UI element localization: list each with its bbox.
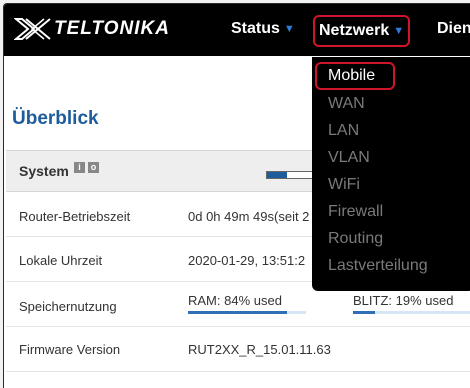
- row-value: 0d 0h 49m 49s(seit 2: [188, 209, 310, 224]
- menu-item-wifi[interactable]: WiFi: [328, 176, 360, 194]
- flash-usage-fill: [353, 311, 376, 314]
- chevron-down-icon: ▼: [393, 25, 405, 37]
- info-icon[interactable]: i: [74, 162, 85, 173]
- flash-usage-bar: [353, 311, 470, 314]
- system-label: System: [19, 163, 69, 179]
- row-label: Firmware Version: [19, 342, 121, 357]
- row-label: Lokale Uhrzeit: [19, 253, 103, 268]
- menu-item-lastverteilung[interactable]: Lastverteilung: [328, 257, 428, 275]
- netzwerk-dropdown-menu: Mobile WAN LAN VLAN WiFi Firewall Routin…: [312, 57, 470, 291]
- nav-netzwerk[interactable]: Netzwerk ▼: [313, 15, 411, 47]
- nav-dienste[interactable]: Dien: [437, 16, 470, 42]
- flash-usage-text: BLITZ: 19% used: [353, 293, 454, 308]
- system-load-fill: [267, 172, 287, 178]
- teltonika-logo[interactable]: TELTONIKA: [14, 15, 170, 43]
- teltonika-logo-icon: [14, 18, 51, 40]
- ram-usage-text: RAM: 84% used: [188, 293, 282, 308]
- menu-item-routing[interactable]: Routing: [328, 230, 383, 248]
- menu-item-lan[interactable]: LAN: [328, 122, 359, 140]
- nav-status[interactable]: Status ▼: [231, 16, 295, 42]
- nav-netzwerk-label: Netzwerk: [319, 22, 390, 39]
- page-title: Überblick: [12, 108, 99, 129]
- menu-item-firewall[interactable]: Firewall: [328, 203, 383, 221]
- ram-usage-fill: [188, 311, 288, 314]
- row-value: RUT2XX_R_15.01.11.63: [188, 342, 331, 357]
- browser-frame: TELTONIKA Status ▼ Netzwerk ▼ Dien Überb…: [3, 3, 470, 388]
- table-row: Firmware Version RUT2XX_R_15.01.11.63: [6, 327, 470, 372]
- brand-name: TELTONIKA: [54, 18, 170, 39]
- row-value: 2020-01-29, 13:51:2: [188, 253, 306, 268]
- menu-item-vlan[interactable]: VLAN: [328, 149, 370, 167]
- menu-item-mobile[interactable]: Mobile: [328, 67, 375, 85]
- row-label: Speichernutzung: [19, 299, 117, 314]
- chevron-down-icon: ▼: [283, 23, 295, 35]
- nav-dienste-label: Dien: [437, 20, 470, 37]
- menu-item-wan[interactable]: WAN: [328, 95, 365, 113]
- settings-icon[interactable]: o: [88, 162, 99, 173]
- ram-usage-bar: [188, 311, 306, 314]
- row-label: Router-Betriebszeit: [19, 209, 131, 224]
- nav-status-label: Status: [231, 20, 280, 37]
- top-navigation-bar: TELTONIKA Status ▼ Netzwerk ▼ Dien: [4, 4, 470, 56]
